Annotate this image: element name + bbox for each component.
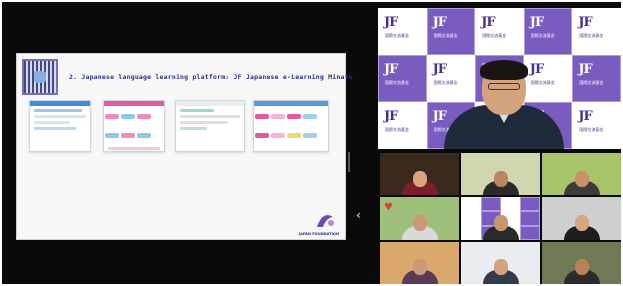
active-speaker-video: JF 国際交流基金 JF 国際交流基金 JF 国際交流基金 JF 国際交流基金 JF 国際交流基金…: [378, 8, 621, 149]
jf-logo-sub: 国際交流基金: [579, 33, 604, 38]
jf-logo-sub: 国際交流基金: [579, 80, 604, 85]
jf-logo-sub: 国際交流基金: [385, 127, 409, 132]
screenshot-thumbnail-4: [253, 100, 329, 152]
jf-logo-tile: JF 国際交流基金: [572, 8, 621, 55]
participant-face: [493, 215, 508, 232]
collapse-arrow-icon[interactable]: ‹: [356, 208, 361, 222]
participant-face: [493, 259, 508, 276]
participant-video-tile[interactable]: [380, 153, 459, 196]
heart-icon: ♥: [384, 202, 393, 214]
participant-video-tile[interactable]: [461, 197, 540, 240]
jf-logo-tile: JF 国際交流基金: [426, 8, 476, 55]
japan-foundation-logo-icon: [317, 215, 334, 227]
jf-logo-sub: 国際交流基金: [385, 80, 409, 85]
participant-video-tile[interactable]: [461, 153, 540, 196]
participant-face: [412, 170, 427, 187]
jf-logo-tile: JF 国際交流基金: [378, 102, 427, 149]
participant-video-tile[interactable]: [542, 241, 621, 284]
screenshot-thumbnail-2: [103, 100, 165, 152]
jf-logo-tile: JF 国際交流基金: [378, 55, 427, 102]
jf-logo-sub: 国際交流基金: [433, 33, 458, 38]
slide-logo-text: JAPAN FOUNDATION: [298, 232, 339, 236]
slide-title: 2. Japanese language learning platform: …: [69, 73, 353, 81]
participant-face: [412, 215, 427, 232]
jf-logo-sub: 国際交流基金: [579, 127, 604, 132]
participant-gallery: ♥: [380, 153, 621, 284]
participant-face: [412, 259, 427, 276]
jf-logo-tile: JF 国際交流基金: [475, 8, 524, 55]
jf-logo-sub: 国際交流基金: [530, 33, 555, 38]
jf-logo-text: JF: [578, 15, 592, 30]
participant-face: [574, 215, 589, 232]
jf-logo-text: JF: [384, 62, 398, 77]
participant-face: [574, 170, 589, 187]
jf-logo-text: JF: [384, 109, 398, 124]
participant-face: [493, 170, 508, 187]
video-call-window: 2. Japanese language learning platform: …: [2, 2, 621, 284]
participant-video-tile[interactable]: [542, 153, 621, 196]
jf-logo-text: JF: [529, 15, 544, 30]
participant-video-tile[interactable]: [542, 197, 621, 240]
jf-logo-text: JF: [578, 109, 592, 124]
jf-logo-text: JF: [384, 15, 398, 30]
jf-logo-sub: 国際交流基金: [482, 33, 507, 38]
jf-logo-tile: JF 国際交流基金: [572, 102, 621, 149]
jf-logo-text: JF: [481, 15, 495, 30]
participant-video-tile[interactable]: ♥: [380, 197, 459, 240]
jf-logo-text: JF: [432, 15, 447, 30]
participant-video-tile[interactable]: [380, 241, 459, 284]
speaker-person: [444, 60, 564, 149]
jf-logo-sub: 国際交流基金: [385, 33, 409, 38]
screenshot-thumbnail-3: [175, 100, 245, 152]
jf-logo-tile: JF 国際交流基金: [572, 55, 621, 102]
participant-face: [574, 259, 589, 276]
jf-logo-tile: JF 国際交流基金: [523, 8, 573, 55]
participant-video-tile[interactable]: [461, 241, 540, 284]
qr-code-icon: [22, 59, 58, 95]
shared-screen-slide: 2. Japanese language learning platform: …: [16, 53, 353, 240]
screenshot-thumbnail-1: [29, 100, 91, 152]
jf-logo-text: JF: [578, 62, 592, 77]
jf-logo-tile: JF 国際交流基金: [378, 8, 427, 55]
split-view-handle[interactable]: [348, 152, 350, 172]
